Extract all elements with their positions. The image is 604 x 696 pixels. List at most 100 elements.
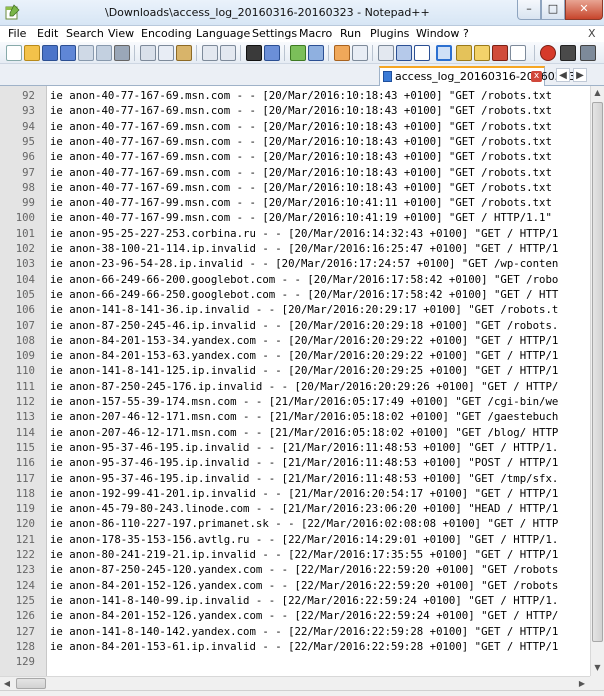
open-file-icon[interactable] [24,45,40,61]
zoom-in-icon[interactable] [290,45,306,61]
menu-macro[interactable]: Macro [299,27,332,40]
sync-h-icon[interactable] [352,45,368,61]
text-line[interactable]: 94 ie anon-40-77-167-69.msn.com - - [20/M… [0,119,590,134]
text-line[interactable]: 105 ie anon-66-249-66-250.googlebot.com -… [0,287,590,302]
scroll-right-icon[interactable]: ▶ [575,677,589,690]
text-line[interactable]: 127 ie anon-141-8-140-142.yandex.com - - … [0,624,590,639]
tab-close-icon[interactable]: x [531,71,542,82]
text-line[interactable]: 111 ie anon-87-250-245-176.ip.invalid - -… [0,379,590,394]
line-number: 123 [15,563,35,577]
line-number: 92 [22,89,35,102]
text-line[interactable]: 95 ie anon-40-77-167-69.msn.com - - [20/M… [0,134,590,149]
tab-scroll-left-icon[interactable]: ◀ [556,68,570,82]
line-text: ie anon-23-96-54-28.ip.invalid - - [20/M… [50,257,559,271]
record-macro-icon[interactable] [540,45,556,61]
notepadpp-app-icon[interactable] [4,4,20,20]
save-icon[interactable] [42,45,58,61]
function-list-icon[interactable] [456,45,472,61]
text-line[interactable]: 122 ie anon-80-241-219-21.ip.invalid - - … [0,547,590,562]
text-line[interactable]: 120 ie anon-86-110-227-197.primanet.sk - … [0,516,590,531]
text-line[interactable]: 124 ie anon-84-201-152-126.yandex.com - -… [0,578,590,593]
menu-file[interactable]: File [8,27,26,40]
paste-icon[interactable] [176,45,192,61]
document-icon[interactable] [510,45,526,61]
scroll-down-icon[interactable]: ▼ [591,661,604,675]
menu-plugins[interactable]: Plugins [370,27,409,40]
find-icon[interactable] [246,45,262,61]
text-line[interactable]: 113 ie anon-207-46-12-171.msn.com - - [21… [0,409,590,424]
text-line[interactable]: 126 ie anon-84-201-152-126.yandex.com - -… [0,608,590,623]
text-line[interactable]: 129 [0,654,590,669]
text-line[interactable]: 125 ie anon-141-8-140-99.ip.invalid - - [… [0,593,590,608]
maximize-button[interactable]: □ [541,0,565,20]
redo-icon[interactable] [220,45,236,61]
text-line[interactable]: 101 ie anon-95-25-227-253.corbina.ru - - … [0,226,590,241]
menu-run[interactable]: Run [340,27,361,40]
close-document-x-icon[interactable]: X [588,27,596,40]
close-all-icon[interactable] [96,45,112,61]
indent-guide-icon[interactable] [414,45,430,61]
text-line[interactable]: 102 ie anon-38-100-21-114.ip.invalid - - … [0,241,590,256]
word-wrap-icon[interactable] [378,45,394,61]
text-line[interactable]: 92 ie anon-40-77-167-69.msn.com - - [20/M… [0,88,590,103]
menu-help[interactable]: ? [463,27,469,40]
text-line[interactable]: 117 ie anon-95-37-46-195.ip.invalid - - [… [0,471,590,486]
cut-icon[interactable] [140,45,156,61]
minimize-button[interactable]: – [517,0,541,20]
menu-language[interactable]: Language [196,27,250,40]
menu-encoding[interactable]: Encoding [141,27,192,40]
text-line[interactable]: 96 ie anon-40-77-167-69.msn.com - - [20/M… [0,149,590,164]
text-line[interactable]: 112 ie anon-157-55-39-174.msn.com - - [21… [0,394,590,409]
text-line[interactable]: 93 ie anon-40-77-167-69.msn.com - - [20/M… [0,103,590,118]
print-icon[interactable] [114,45,130,61]
menu-window[interactable]: Window [416,27,459,40]
text-line[interactable]: 109 ie anon-84-201-153-63.yandex.com - - … [0,348,590,363]
menu-search[interactable]: Search [66,27,104,40]
close-window-button[interactable]: ✕ [565,0,603,20]
sync-v-icon[interactable] [334,45,350,61]
text-line[interactable]: 103 ie anon-23-96-54-28.ip.invalid - - [2… [0,256,590,271]
text-line[interactable]: 104 ie anon-66-249-66-200.googlebot.com -… [0,272,590,287]
zoom-out-icon[interactable] [308,45,324,61]
stop-macro-icon[interactable] [560,45,576,61]
text-line[interactable]: 116 ie anon-95-37-46-195.ip.invalid - - [… [0,455,590,470]
text-line[interactable]: 98 ie anon-40-77-167-69.msn.com - - [20/M… [0,180,590,195]
text-line[interactable]: 128 ie anon-84-201-153-61.ip.invalid - - … [0,639,590,654]
text-line[interactable]: 114 ie anon-207-46-12-171.msn.com - - [21… [0,425,590,440]
text-line[interactable]: 97 ie anon-40-77-167-69.msn.com - - [20/M… [0,165,590,180]
text-line[interactable]: 118 ie anon-192-99-41-201.ip.invalid - - … [0,486,590,501]
text-line[interactable]: 108 ie anon-84-201-153-34.yandex.com - - … [0,333,590,348]
scroll-left-icon[interactable]: ◀ [0,677,14,690]
play-macro-icon[interactable] [580,45,596,61]
menu-view[interactable]: View [108,27,134,40]
undo-icon[interactable] [202,45,218,61]
replace-icon[interactable] [264,45,280,61]
text-line[interactable]: 110 ie anon-141-8-141-125.ip.invalid - - … [0,363,590,378]
menu-edit[interactable]: Edit [37,27,58,40]
save-all-icon[interactable] [60,45,76,61]
text-line[interactable]: 99 ie anon-40-77-167-99.msn.com - - [20/M… [0,195,590,210]
text-line[interactable]: 107 ie anon-87-250-245-46.ip.invalid - - … [0,318,590,333]
copy-icon[interactable] [158,45,174,61]
folder-workspace-icon[interactable] [474,45,490,61]
vertical-scrollbar[interactable]: ▲ ▼ [590,86,604,676]
text-line[interactable]: 119 ie anon-45-79-80-243.linode.com - - [… [0,501,590,516]
text-line[interactable]: 121 ie anon-178-35-153-156.avtlg.ru - - [… [0,532,590,547]
doc-map-icon[interactable] [436,45,452,61]
line-number: 100 [15,211,35,225]
horizontal-scrollbar[interactable]: ◀ ▶ [0,676,590,690]
text-line[interactable]: 115 ie anon-95-37-46-195.ip.invalid - - [… [0,440,590,455]
menu-settings[interactable]: Settings [252,27,297,40]
tab-access-log[interactable]: access_log_20160316-20160323 x [379,66,576,86]
tab-scroll-right-icon[interactable]: ▶ [573,68,587,82]
text-line[interactable]: 106 ie anon-141-8-141-36.ip.invalid - - [… [0,302,590,317]
scroll-up-icon[interactable]: ▲ [591,86,604,100]
editor-area[interactable]: 92 ie anon-40-77-167-69.msn.com - - [20/M… [0,86,590,676]
text-line[interactable]: 123 ie anon-87-250-245-120.yandex.com - -… [0,562,590,577]
close-icon[interactable] [78,45,94,61]
horizontal-scroll-thumb[interactable] [16,678,46,689]
vertical-scroll-thumb[interactable] [592,102,603,642]
show-all-chars-icon[interactable] [396,45,412,61]
monitor-icon[interactable] [492,45,508,61]
text-line[interactable]: 100 ie anon-40-77-167-99.msn.com - - [20/… [0,210,590,225]
